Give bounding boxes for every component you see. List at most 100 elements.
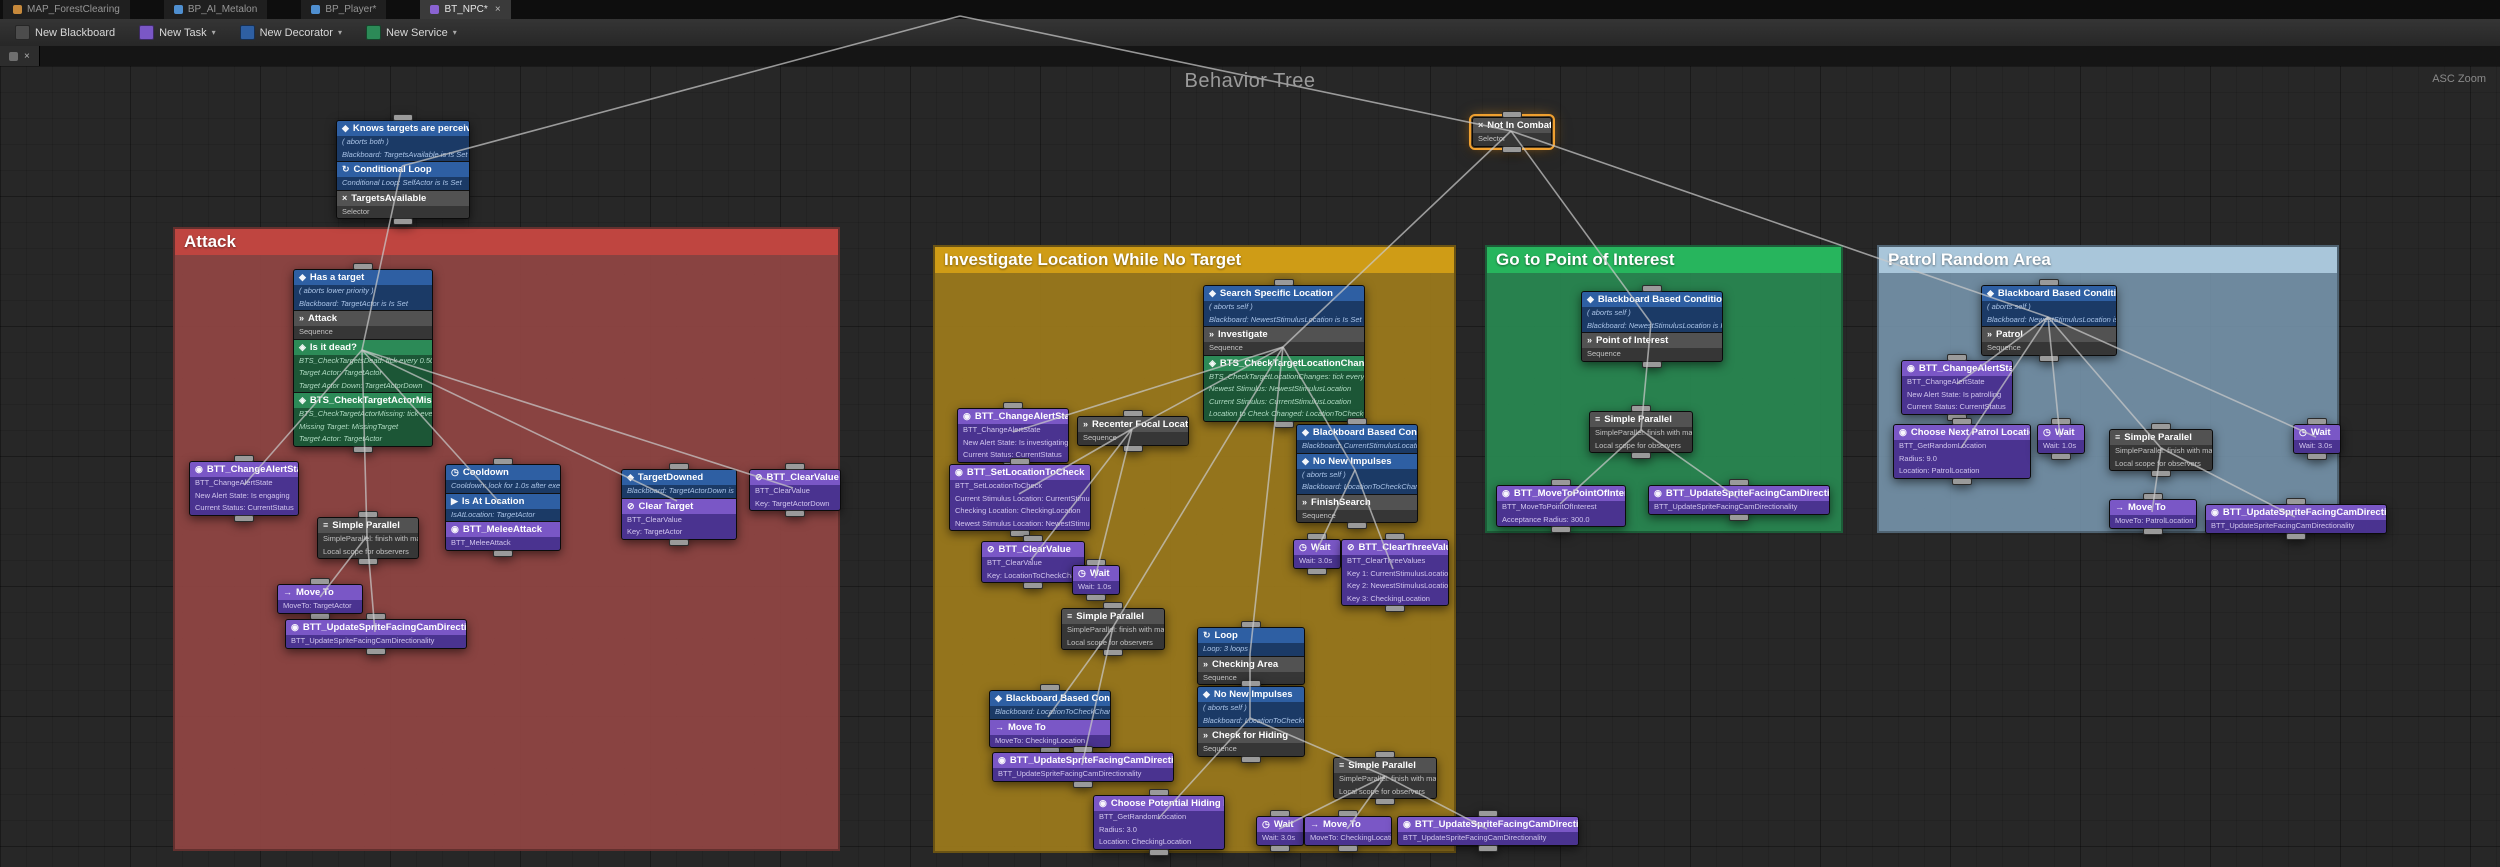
- decorator-section[interactable]: ◷ Cooldown Cooldown: lock for 1.0s after e…: [446, 465, 560, 493]
- task-section[interactable]: ◉BTT_ChangeAlertStateBTT_ChangeAlertStat…: [1902, 361, 2012, 414]
- output-pin[interactable]: [1347, 522, 1367, 529]
- output-pin[interactable]: [1478, 844, 1498, 852]
- decorator-section[interactable]: ◆ No New Impulses( aborts self ) Blackboar…: [1198, 687, 1304, 727]
- input-pin[interactable]: [358, 511, 378, 518]
- output-pin[interactable]: [2286, 532, 2306, 540]
- node-patrol-move-to[interactable]: → Move To MoveTo: PatrolLocation: [2109, 493, 2197, 535]
- decorator-section[interactable]: ◆ No New Impulses( aborts self ) Blackboar…: [1297, 452, 1417, 494]
- task-section[interactable]: ◷ Wait Wait: 3.0s: [1294, 540, 1340, 568]
- node-investigate-simple-parallel-1[interactable]: ≡ Simple Parallel SimpleParallel: finish w…: [1061, 602, 1165, 656]
- node-checking-area[interactable]: ↻ Loop Loop: 3 loops» Checking Area Sequence: [1197, 621, 1305, 691]
- input-pin[interactable]: [1551, 479, 1571, 486]
- composite-section[interactable]: ≡ Simple Parallel SimpleParallel: finish w…: [2110, 430, 2212, 470]
- output-pin[interactable]: [2151, 470, 2171, 477]
- input-pin[interactable]: [1003, 402, 1023, 409]
- node-recenter-focal-location[interactable]: »Recenter Focal Location Sequence: [1077, 410, 1189, 452]
- node-targets-available[interactable]: ◆Knows targets are perceived ( aborts bot…: [336, 114, 470, 225]
- task-section[interactable]: ◷ Wait Wait: 1.0s: [1073, 566, 1119, 594]
- input-pin[interactable]: [1123, 410, 1143, 417]
- input-pin[interactable]: [1274, 279, 1294, 286]
- task-section[interactable]: ◉BTT_ChangeAlertStateBTT_ChangeAlertStat…: [958, 409, 1068, 462]
- composite-section[interactable]: ≡ Simple Parallel SimpleParallel: finish w…: [1334, 758, 1436, 798]
- output-pin[interactable]: [393, 218, 413, 225]
- input-pin[interactable]: [2039, 279, 2059, 286]
- task-section[interactable]: → Move To MoveTo: TargetActor: [278, 585, 362, 613]
- comment-title[interactable]: Attack: [175, 229, 838, 255]
- node-finish-search-wait[interactable]: ◷ Wait Wait: 3.0s: [1293, 533, 1341, 575]
- composite-section[interactable]: ≡ Simple Parallel SimpleParallel: finish w…: [1062, 609, 1164, 649]
- task-section[interactable]: ◉BTT_UpdateSpriteFacingCamDirectionality…: [1649, 486, 1829, 514]
- service-section[interactable]: ◈ Is it dead? BTS_CheckTargetsDead: tick e…: [294, 338, 432, 392]
- input-pin[interactable]: [785, 463, 805, 470]
- output-pin[interactable]: [1642, 360, 1662, 368]
- decorator-section[interactable]: ◆Blackboard Based Condition Blackboard: C…: [1297, 425, 1417, 453]
- input-pin[interactable]: [366, 613, 386, 620]
- node-investigate-update-sprite-2[interactable]: ◉BTT_UpdateSpriteFacingCamDirectionality…: [1397, 810, 1579, 852]
- input-pin[interactable]: [2051, 418, 2071, 425]
- decorator-section[interactable]: ◆Knows targets are perceived ( aborts bot…: [337, 121, 469, 161]
- node-patrol-sequence[interactable]: ◆ Blackboard Based Condition ( aborts self…: [1981, 279, 2117, 362]
- input-pin[interactable]: [1631, 405, 1651, 412]
- node-choose-next-patrol-location[interactable]: ◉ Choose Next Patrol Location BTT_GetRando…: [1893, 418, 2031, 485]
- input-pin[interactable]: [310, 578, 330, 585]
- decorator-section[interactable]: ◆Blackboard Based Condition Blackboard: L…: [990, 691, 1110, 719]
- output-pin[interactable]: [785, 510, 805, 517]
- node-investigate-simple-parallel-2[interactable]: ≡ Simple Parallel SimpleParallel: finish w…: [1333, 751, 1437, 805]
- composite-section[interactable]: » Point of Interest Sequence: [1582, 332, 1722, 361]
- node-attack-sequence[interactable]: ◆ Has a target ( aborts lower priority ) Bl…: [293, 263, 433, 453]
- input-pin[interactable]: [1502, 111, 1522, 118]
- task-section[interactable]: ◷ Wait Wait: 3.0s: [2294, 425, 2340, 453]
- output-pin[interactable]: [1729, 513, 1749, 521]
- node-patrol-update-sprite[interactable]: ◉BTT_UpdateSpriteFacingCamDirectionality…: [2205, 498, 2387, 540]
- output-pin[interactable]: [2039, 354, 2059, 362]
- input-pin[interactable]: [1241, 680, 1261, 687]
- output-pin[interactable]: [1241, 755, 1261, 763]
- input-pin[interactable]: [1729, 479, 1749, 486]
- input-pin[interactable]: [1952, 418, 1972, 425]
- node-finish-search[interactable]: ◆Blackboard Based ConditionBlackboard: C…: [1296, 418, 1418, 529]
- output-pin[interactable]: [1073, 780, 1093, 788]
- node-point-of-interest-sequence[interactable]: ◆ Blackboard Based Condition ( aborts self…: [1581, 285, 1723, 368]
- node-patrol-change-alert-state[interactable]: ◉ BTT_ChangeAlertState BTT_ChangeAlertStat…: [1901, 354, 2013, 421]
- node-melee-attack[interactable]: ◷ Cooldown Cooldown: lock for 1.0s after e…: [445, 458, 561, 557]
- output-pin[interactable]: [366, 647, 386, 655]
- output-pin[interactable]: [1551, 526, 1571, 533]
- node-patrol-wait-1[interactable]: ◷ Wait Wait: 1.0s: [2037, 418, 2085, 460]
- node-investigate-wait-1[interactable]: ◷ Wait Wait: 1.0s: [1072, 559, 1120, 601]
- output-pin[interactable]: [2307, 452, 2327, 460]
- node-choose-hiding-location[interactable]: ◉Choose Potential Hiding Location BTT_Get…: [1093, 789, 1225, 856]
- output-pin[interactable]: [1952, 477, 1972, 485]
- output-pin[interactable]: [1023, 582, 1043, 589]
- task-section[interactable]: ◉BTT_UpdateSpriteFacingCamDirectionality…: [2206, 505, 2386, 533]
- node-attack-update-sprite[interactable]: ◉BTT_UpdateSpriteFacingCamDirectionality…: [285, 613, 467, 655]
- node-poi-simple-parallel[interactable]: ≡ Simple Parallel SimpleParallel: finish w…: [1589, 405, 1693, 459]
- task-section[interactable]: ◉ BTT_SetLocationToCheck BTT_SetLocationTo…: [950, 465, 1090, 530]
- composite-section[interactable]: » Check for Hiding Sequence: [1198, 727, 1304, 756]
- task-section[interactable]: ◉BTT_ChangeAlertStateBTT_ChangeAlertStat…: [190, 462, 298, 515]
- comment-title[interactable]: Go to Point of Interest: [1487, 247, 1841, 273]
- node-set-location-to-check[interactable]: ◉ BTT_SetLocationToCheck BTT_SetLocationTo…: [949, 458, 1091, 537]
- input-pin[interactable]: [1149, 789, 1169, 796]
- node-attack-change-alert-state[interactable]: ◉BTT_ChangeAlertStateBTT_ChangeAlertStat…: [189, 455, 299, 522]
- input-pin[interactable]: [1040, 684, 1060, 691]
- task-section[interactable]: ⊘BTT_ClearThreeValuesBTT_ClearThreeValue…: [1342, 540, 1448, 605]
- input-pin[interactable]: [1241, 621, 1261, 628]
- task-section[interactable]: ◉BTT_UpdateSpriteFacingCamDirectionality…: [993, 753, 1173, 781]
- output-pin[interactable]: [493, 549, 513, 557]
- output-pin[interactable]: [2051, 452, 2071, 460]
- decorator-section[interactable]: ◆ TargetDowned Blackboard: TargetActorDown…: [622, 470, 736, 498]
- composite-section[interactable]: × TargetsAvailable Selector: [337, 189, 469, 218]
- composite-section[interactable]: » FinishSearch Sequence: [1297, 493, 1417, 522]
- node-checking-move-to[interactable]: ◆Blackboard Based Condition Blackboard: L…: [989, 684, 1111, 754]
- output-pin[interactable]: [1307, 567, 1327, 575]
- decorator-section[interactable]: ◆ Blackboard Based Condition ( aborts self…: [1982, 286, 2116, 326]
- node-checking-move-to-2[interactable]: → Move To MoveTo: CheckingLocation: [1304, 810, 1392, 852]
- composite-section[interactable]: ≡ Simple Parallel SimpleParallel: finish w…: [318, 518, 418, 558]
- node-not-in-combat[interactable]: × Not In Combat Selector: [1469, 111, 1555, 153]
- task-section[interactable]: ◉Choose Potential Hiding Location BTT_Get…: [1094, 796, 1224, 849]
- composite-section[interactable]: » Patrol Sequence: [1982, 326, 2116, 355]
- node-attack-move-to[interactable]: → Move To MoveTo: TargetActor: [277, 578, 363, 620]
- composite-section[interactable]: »Recenter Focal Location Sequence: [1078, 417, 1188, 445]
- input-pin[interactable]: [2286, 498, 2306, 505]
- decorator-section[interactable]: ↻ Loop Loop: 3 loops: [1198, 628, 1304, 656]
